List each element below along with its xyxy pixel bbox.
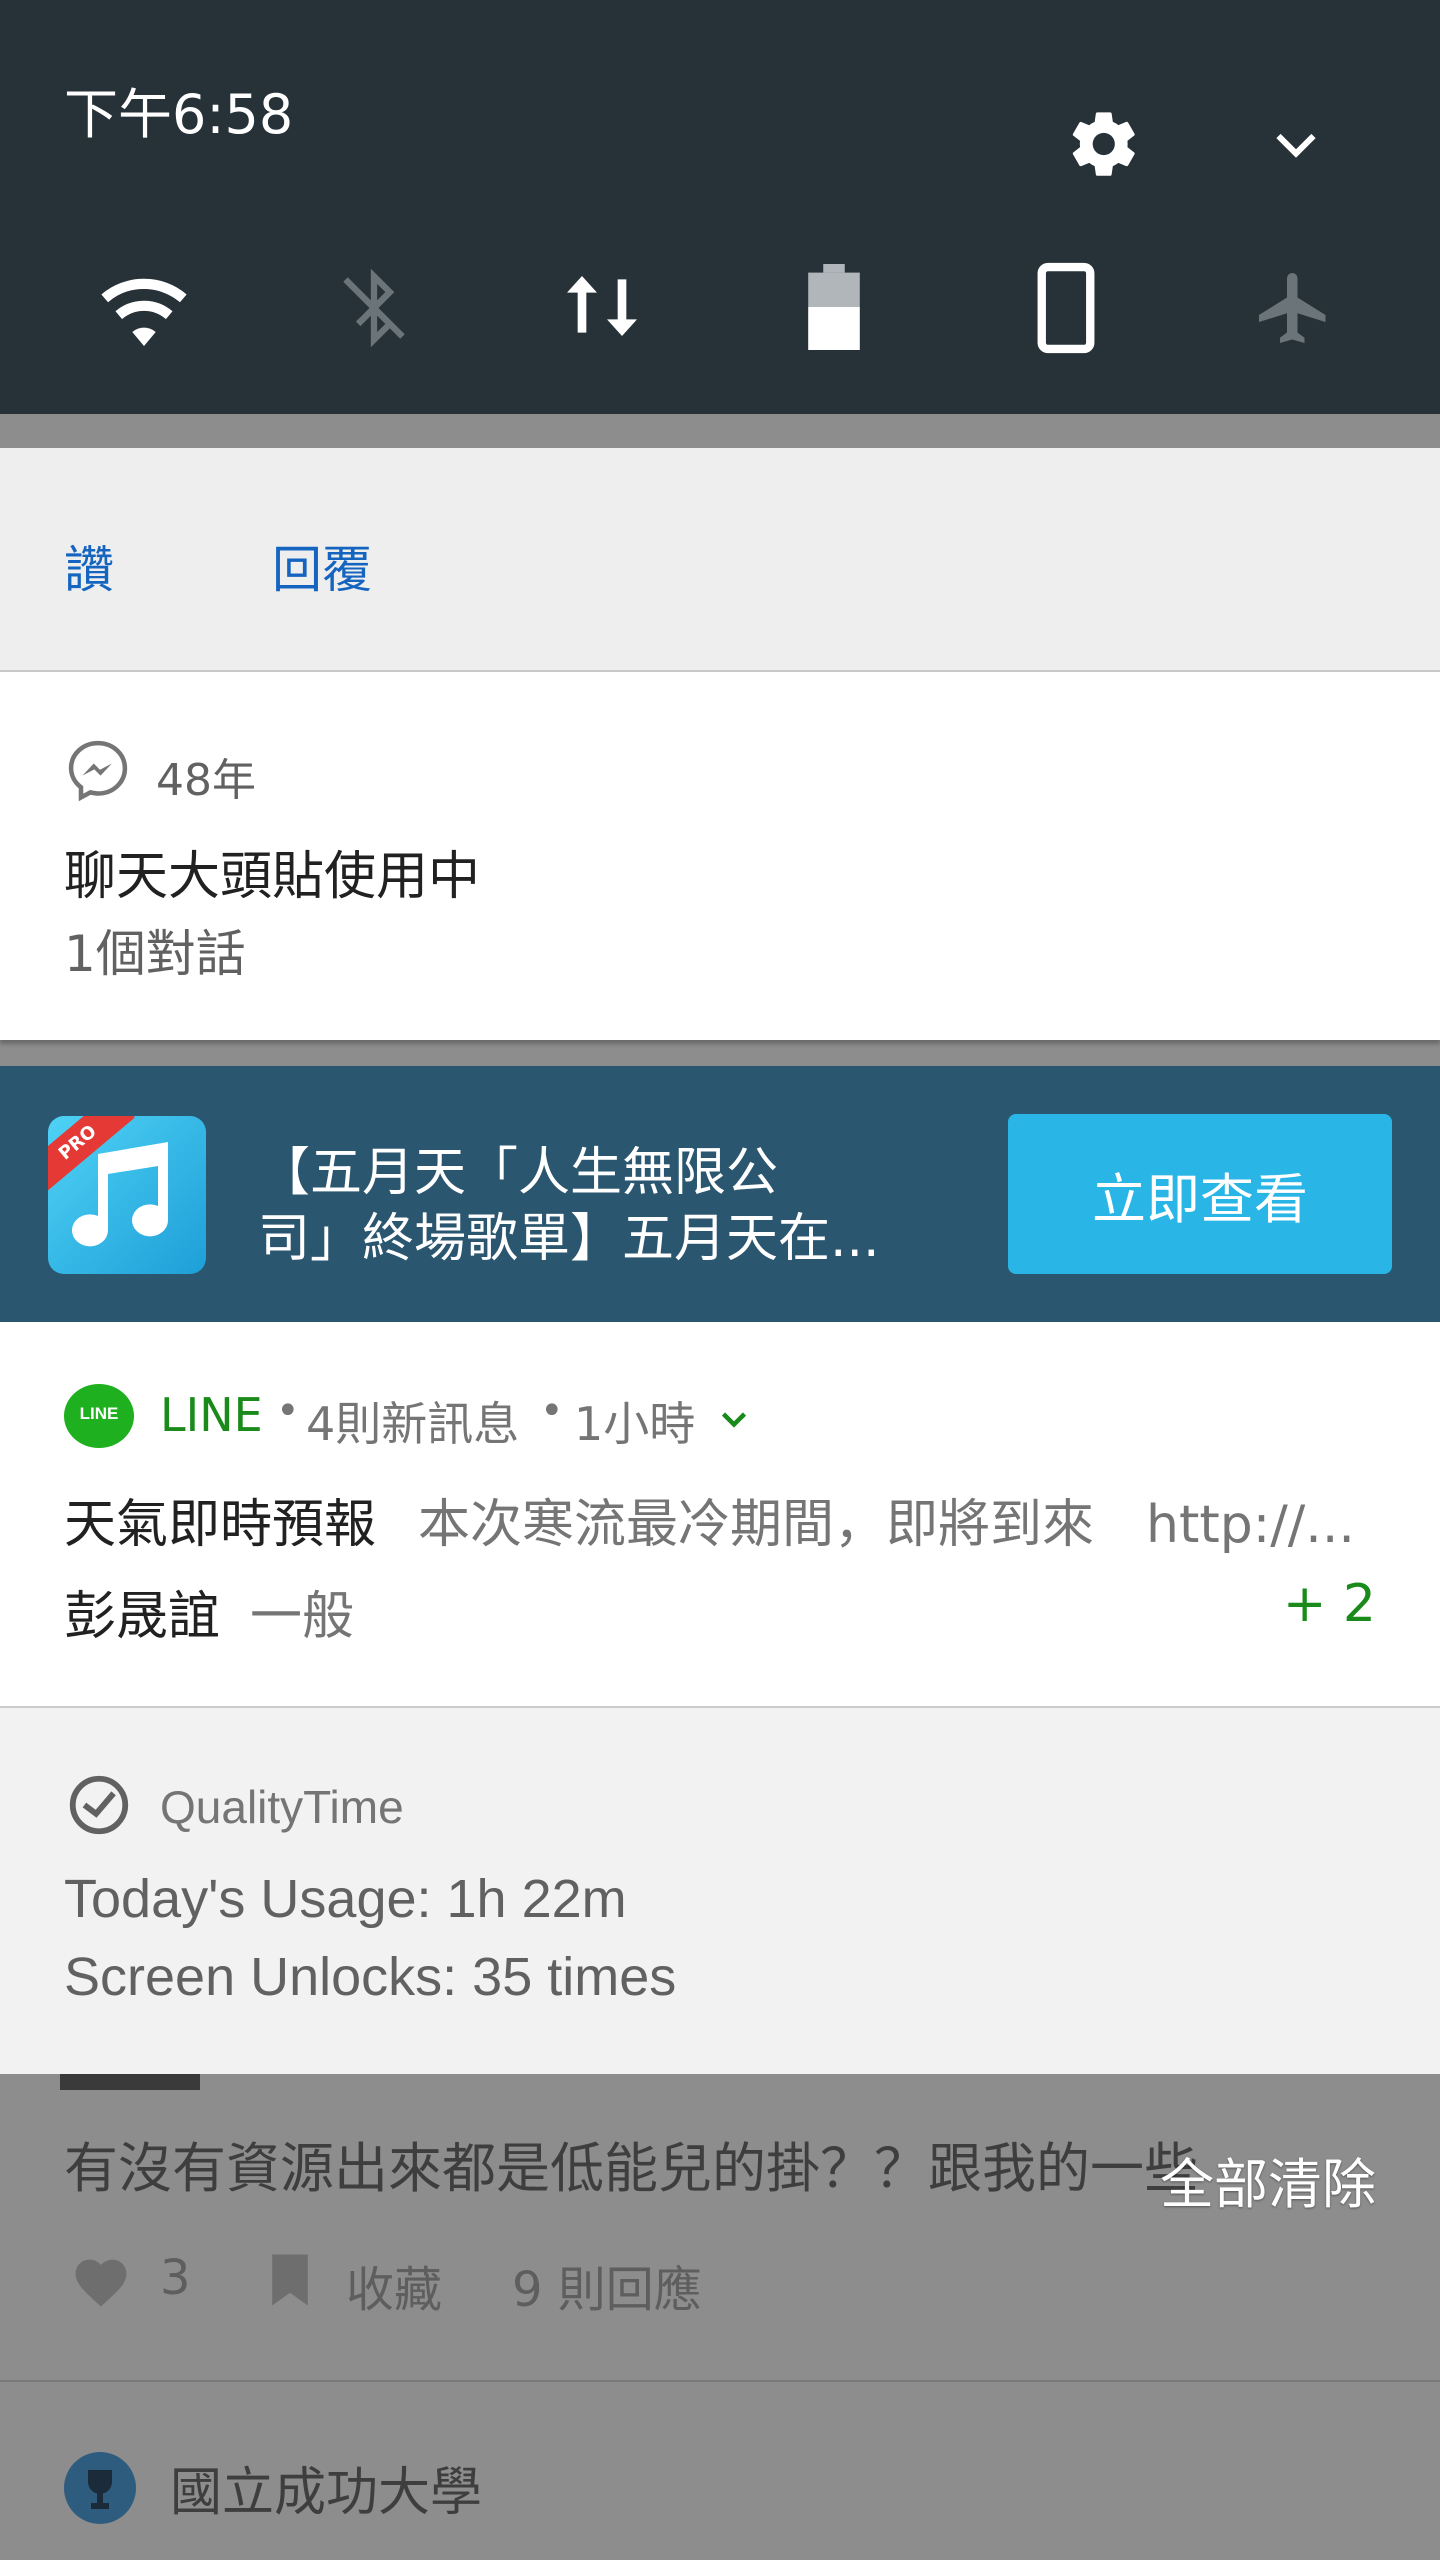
message-sender: 彭晟誼 <box>64 1587 221 1647</box>
post-preview-text: 有沒有資源出來都是低能兒的掛？？跟我的一些 <box>64 2137 1198 2200</box>
like-action-button[interactable]: 讚 <box>64 530 114 602</box>
quick-settings-header: 下午6:58 <box>0 0 1440 414</box>
battery-icon[interactable] <box>802 264 866 354</box>
clock-icon <box>64 1770 134 1844</box>
wifi-icon[interactable] <box>96 262 192 352</box>
line-notification[interactable]: LINE LINE • 4則新訊息 • 1小時 天氣即時預報 本次寒流最冷期間，… <box>0 1322 1440 1708</box>
notification-subtitle: 1個對話 <box>64 925 246 983</box>
expand-chevron-icon[interactable] <box>716 1402 752 1442</box>
notification-actions-card: 讚 回覆 <box>0 448 1440 672</box>
like-count: 3 <box>160 2250 191 2306</box>
unlocks-text: Screen Unlocks: 35 times <box>64 1947 677 2007</box>
line-app-name: LINE <box>160 1388 263 1442</box>
notification-app-name: 48年 <box>156 755 256 806</box>
message-age: 1小時 <box>574 1397 696 1451</box>
heart-icon <box>70 2252 132 2312</box>
auto-rotate-phone-icon[interactable] <box>1036 262 1096 358</box>
message-preview: 一般 <box>250 1587 355 1647</box>
view-now-button[interactable]: 立即查看 <box>1008 1114 1392 1274</box>
bluetooth-off-icon[interactable] <box>336 266 412 354</box>
status-time: 下午6:58 <box>64 83 294 146</box>
messenger-notification[interactable]: 48年 聊天大頭貼使用中 1個對話 <box>0 672 1440 1040</box>
usage-text: Today's Usage: 1h 22m <box>64 1869 627 1929</box>
music-app-logo: PRO <box>48 1116 206 1274</box>
more-messages-count: + 2 <box>1282 1574 1376 1634</box>
partial-post-title <box>60 2074 200 2090</box>
message-sender: 天氣即時預報 <box>64 1495 377 1555</box>
reply-count: 9 則回應 <box>512 2262 702 2318</box>
ad-text-line2: 司」終場歌單】五月天在... <box>258 1209 880 1269</box>
clear-all-button[interactable]: 全部清除 <box>1160 2140 1376 2219</box>
school-avatar <box>64 2452 136 2524</box>
mobile-data-icon[interactable] <box>560 266 644 350</box>
ad-text-line1: 【五月天「人生無限公 <box>258 1143 779 1203</box>
notification-title: 聊天大頭貼使用中 <box>64 847 481 907</box>
bookmark-label: 收藏 <box>346 2262 443 2318</box>
separator-dot: • <box>276 1388 300 1434</box>
airplane-mode-icon[interactable] <box>1252 266 1336 354</box>
messenger-icon <box>64 736 132 808</box>
bookmark-icon <box>268 2252 312 2312</box>
message-preview: 本次寒流最冷期間，即將到來 http://... <box>418 1495 1355 1555</box>
music-ad-notification[interactable]: PRO 【五月天「人生無限公 司」終場歌單】五月天在... 立即查看 <box>0 1066 1440 1322</box>
line-app-icon: LINE <box>64 1384 134 1448</box>
settings-gear-icon[interactable] <box>1066 106 1142 186</box>
chevron-down-icon[interactable] <box>1266 116 1326 180</box>
school-title: 國立成功大學 <box>170 2463 483 2523</box>
qualitytime-app-name: QualityTime <box>160 1781 404 1833</box>
divider <box>0 2380 1440 2382</box>
message-count: 4則新訊息 <box>306 1397 520 1451</box>
reply-action-button[interactable]: 回覆 <box>272 530 372 602</box>
separator-dot: • <box>540 1388 564 1434</box>
qualitytime-notification[interactable]: QualityTime Today's Usage: 1h 22m Screen… <box>0 1708 1440 2074</box>
